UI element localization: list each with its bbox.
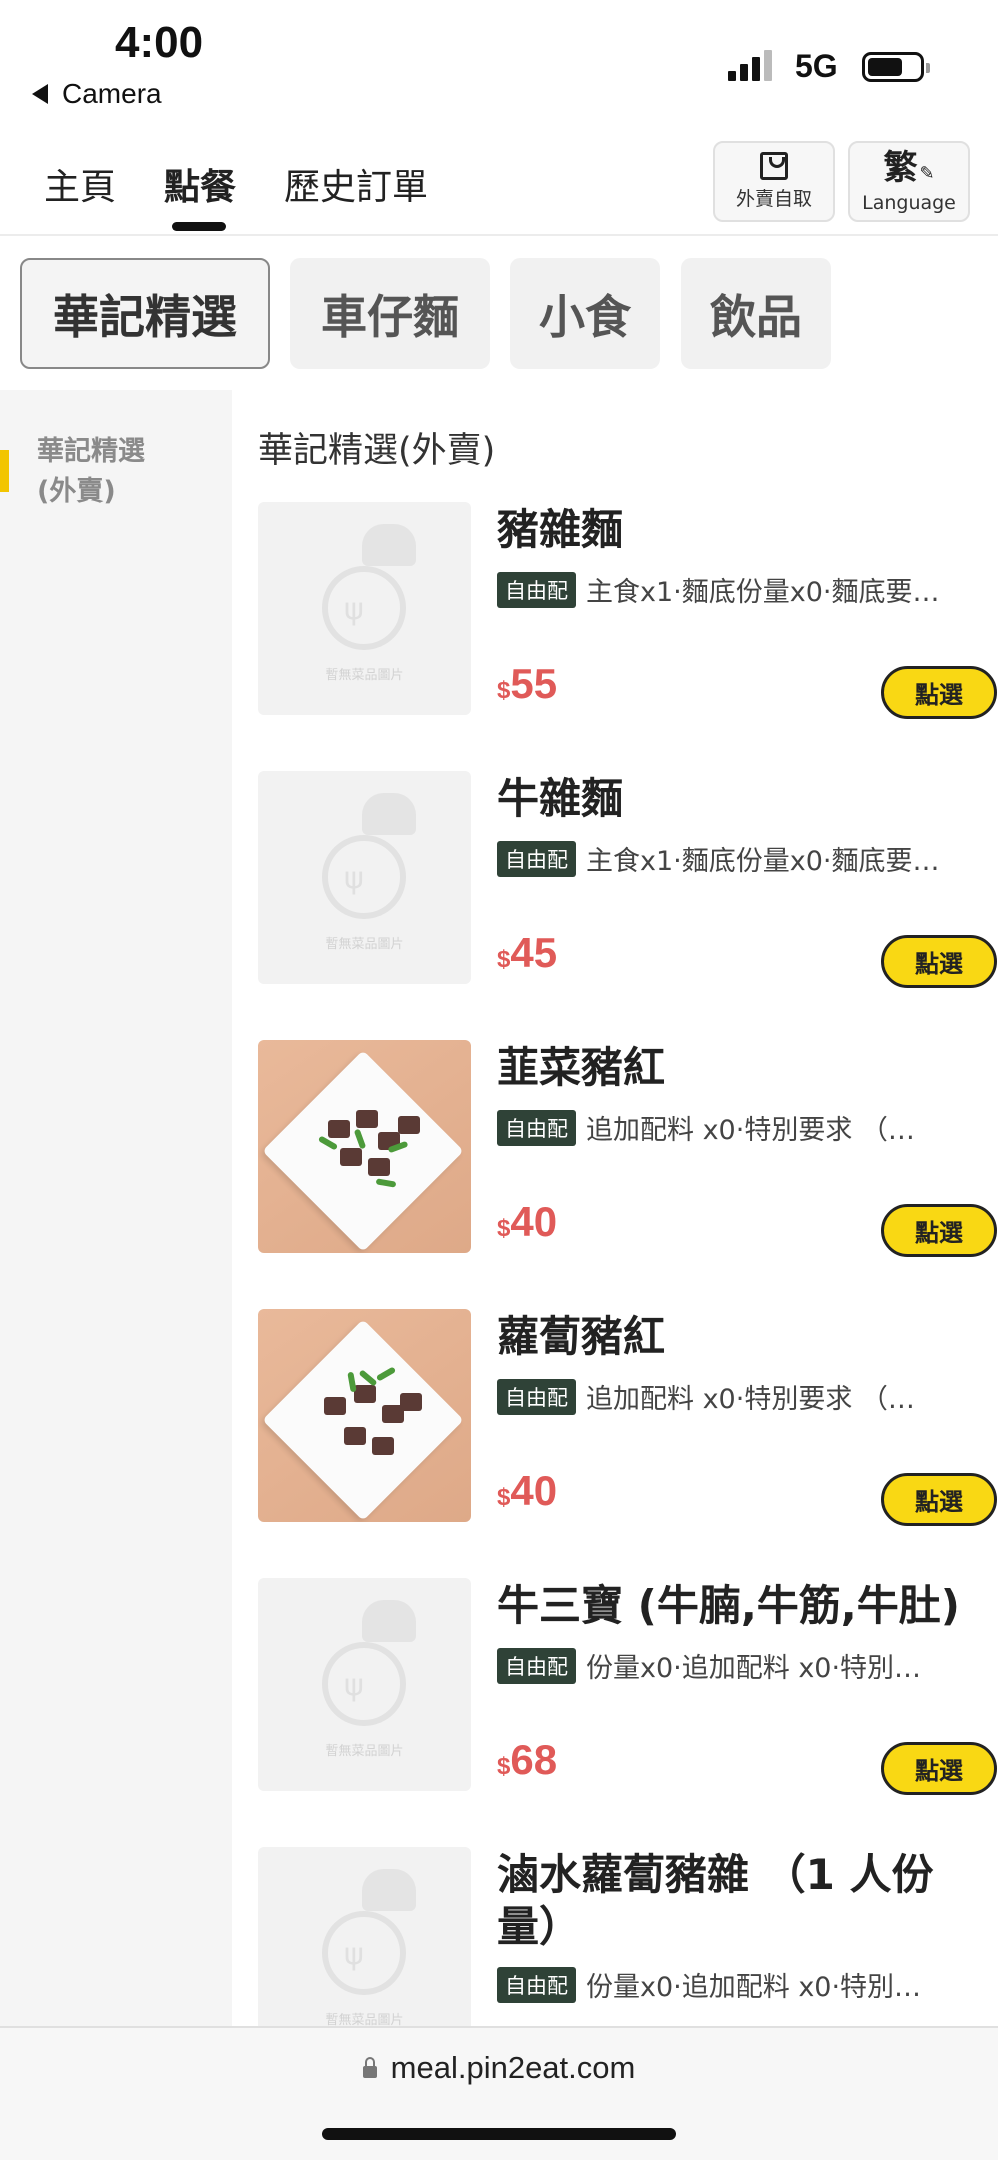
utensils-icon: ψ	[344, 1668, 364, 1703]
clock: 4:00	[115, 18, 204, 67]
utensils-icon: ψ	[344, 1937, 364, 1972]
network-label: 5G	[795, 48, 838, 84]
home-indicator[interactable]	[322, 2128, 676, 2140]
item-price: $55	[497, 660, 557, 708]
currency-symbol: $	[497, 677, 511, 704]
item-name: 豬雜麵	[497, 505, 624, 554]
item-price: $68	[497, 1736, 557, 1784]
dish-image-placeholder: ψ 暫無菜品圖片	[258, 502, 471, 715]
sidebar: 華記精選 (外賣)	[0, 390, 232, 2026]
item-name: 蘿蔔豬紅	[497, 1312, 666, 1361]
dish-image-placeholder: ψ 暫無菜品圖片	[258, 1847, 471, 2026]
tab-home[interactable]: 主頁	[44, 158, 116, 210]
shopping-bag-icon	[760, 152, 788, 180]
select-item-button[interactable]: 點選	[881, 1204, 997, 1257]
item-description: 份量x0‧追加配料 x0‧特別…	[586, 1653, 922, 1684]
currency-symbol: $	[497, 946, 511, 973]
customizable-tag: 自由配	[497, 1109, 576, 1146]
language-button[interactable]: 繁 ✎ Language	[848, 141, 970, 222]
sidebar-active-marker	[0, 450, 9, 492]
back-arrow-icon	[32, 84, 48, 104]
customizable-tag: 自由配	[497, 840, 576, 877]
battery-level	[868, 58, 902, 76]
item-description: 主食x1‧麵底份量x0‧麵底要…	[586, 846, 940, 877]
browser-url-bar: meal.pin2eat.com	[0, 2026, 998, 2160]
dish-photo	[258, 1040, 471, 1253]
lock-icon	[362, 2057, 377, 2078]
menu-item: ψ 暫無菜品圖片 滷水蘿蔔豬雜 （1 人份 量） 自由配 份量x0‧追加配料 x0‧…	[258, 1847, 988, 2026]
category-featured[interactable]: 華記精選	[20, 258, 270, 369]
item-description: 追加配料 x0‧特別要求 （…	[586, 1384, 915, 1415]
item-name: 滷水蘿蔔豬雜 （1 人份 量）	[497, 1849, 933, 1953]
category-cart-noodles[interactable]: 車仔麵	[290, 258, 490, 369]
url-field[interactable]: meal.pin2eat.com	[0, 2050, 998, 2086]
currency-symbol: $	[497, 1484, 511, 1511]
pencil-icon: ✎	[919, 162, 935, 184]
status-bar: 4:00 Camera 5G	[0, 0, 998, 130]
item-name-line2: 量）	[497, 1902, 582, 1951]
utensils-icon: ψ	[344, 861, 364, 896]
item-description: 追加配料 x0‧特別要求 （…	[586, 1115, 915, 1146]
price-amount: 40	[510, 1198, 558, 1245]
sidebar-item-featured-takeout[interactable]: 華記精選 (外賣)	[37, 432, 145, 512]
active-tab-indicator	[172, 222, 226, 231]
takeout-pickup-button[interactable]: 外賣自取	[713, 141, 835, 222]
takeout-label: 外賣自取	[735, 188, 812, 210]
dish-image-placeholder: ψ 暫無菜品圖片	[258, 771, 471, 984]
menu-list: 華記精選(外賣) ψ 暫無菜品圖片 豬雜麵 自由配 主食x1‧麵底份量x0‧麵底要……	[232, 390, 998, 2026]
sidebar-item-label: 華記精選	[37, 436, 145, 467]
tab-order-history[interactable]: 歷史訂單	[284, 158, 428, 210]
item-description: 主食x1‧麵底份量x0‧麵底要…	[586, 577, 940, 608]
item-price: $45	[497, 929, 557, 977]
currency-symbol: $	[497, 1215, 511, 1242]
menu-item: ψ 暫無菜品圖片 牛三寶 (牛腩,牛筋,牛肚) 自由配 份量x0‧追加配料 x0‧特…	[258, 1578, 997, 1798]
customizable-tag: 自由配	[497, 1966, 576, 2003]
placeholder-caption: 暫無菜品圖片	[325, 668, 404, 683]
item-name-line1: 滷水蘿蔔豬雜 （1 人份	[497, 1850, 934, 1899]
currency-symbol: $	[497, 1753, 511, 1780]
language-label: Language	[862, 191, 956, 214]
menu-item: ψ 暫無菜品圖片 豬雜麵 自由配 主食x1‧麵底份量x0‧麵底要… $55 點選	[258, 502, 997, 722]
category-snacks[interactable]: 小食	[510, 258, 660, 369]
select-item-button[interactable]: 點選	[881, 1473, 997, 1526]
signal-icon	[728, 50, 772, 81]
placeholder-caption: 暫無菜品圖片	[325, 937, 404, 952]
dish-image-placeholder: ψ 暫無菜品圖片	[258, 1578, 471, 1791]
dish-photo	[258, 1309, 471, 1522]
sidebar-item-sublabel: (外賣)	[37, 476, 116, 507]
battery-icon	[862, 52, 930, 82]
select-item-button[interactable]: 點選	[881, 666, 997, 719]
price-amount: 55	[510, 660, 558, 707]
utensils-icon: ψ	[344, 592, 364, 627]
language-char: 繁	[883, 147, 918, 188]
tab-order[interactable]: 點餐	[164, 158, 236, 210]
item-price: $40	[497, 1467, 557, 1515]
price-amount: 68	[510, 1736, 558, 1783]
customizable-tag: 自由配	[497, 1647, 576, 1684]
section-title: 華記精選(外賣)	[258, 431, 496, 471]
category-bar: 華記精選 車仔麵 小食 飲品	[0, 238, 998, 388]
back-label: Camera	[62, 78, 162, 109]
url-text: meal.pin2eat.com	[390, 2050, 636, 2085]
customizable-tag: 自由配	[497, 571, 576, 608]
top-nav: 主頁 點餐 歷史訂單 外賣自取 繁 ✎ Language	[0, 136, 998, 236]
back-to-camera[interactable]: Camera	[32, 78, 162, 110]
select-item-button[interactable]: 點選	[881, 1742, 997, 1795]
item-name: 牛雜麵	[497, 774, 624, 823]
menu-item: 蘿蔔豬紅 自由配 追加配料 x0‧特別要求 （… $40 點選	[258, 1309, 997, 1529]
category-drinks[interactable]: 飲品	[681, 258, 831, 369]
price-amount: 40	[510, 1467, 558, 1514]
item-name: 韮菜豬紅	[497, 1043, 666, 1092]
placeholder-caption: 暫無菜品圖片	[325, 2013, 404, 2026]
select-item-button[interactable]: 點選	[881, 935, 997, 988]
menu-item: ψ 暫無菜品圖片 牛雜麵 自由配 主食x1‧麵底份量x0‧麵底要… $45 點選	[258, 771, 997, 991]
menu-item: 韮菜豬紅 自由配 追加配料 x0‧特別要求 （… $40 點選	[258, 1040, 997, 1260]
customizable-tag: 自由配	[497, 1378, 576, 1415]
placeholder-caption: 暫無菜品圖片	[325, 1744, 404, 1759]
item-name: 牛三寶 (牛腩,牛筋,牛肚)	[497, 1581, 960, 1630]
item-price: $40	[497, 1198, 557, 1246]
price-amount: 45	[510, 929, 558, 976]
item-description: 份量x0‧追加配料 x0‧特別…	[586, 1972, 922, 2003]
